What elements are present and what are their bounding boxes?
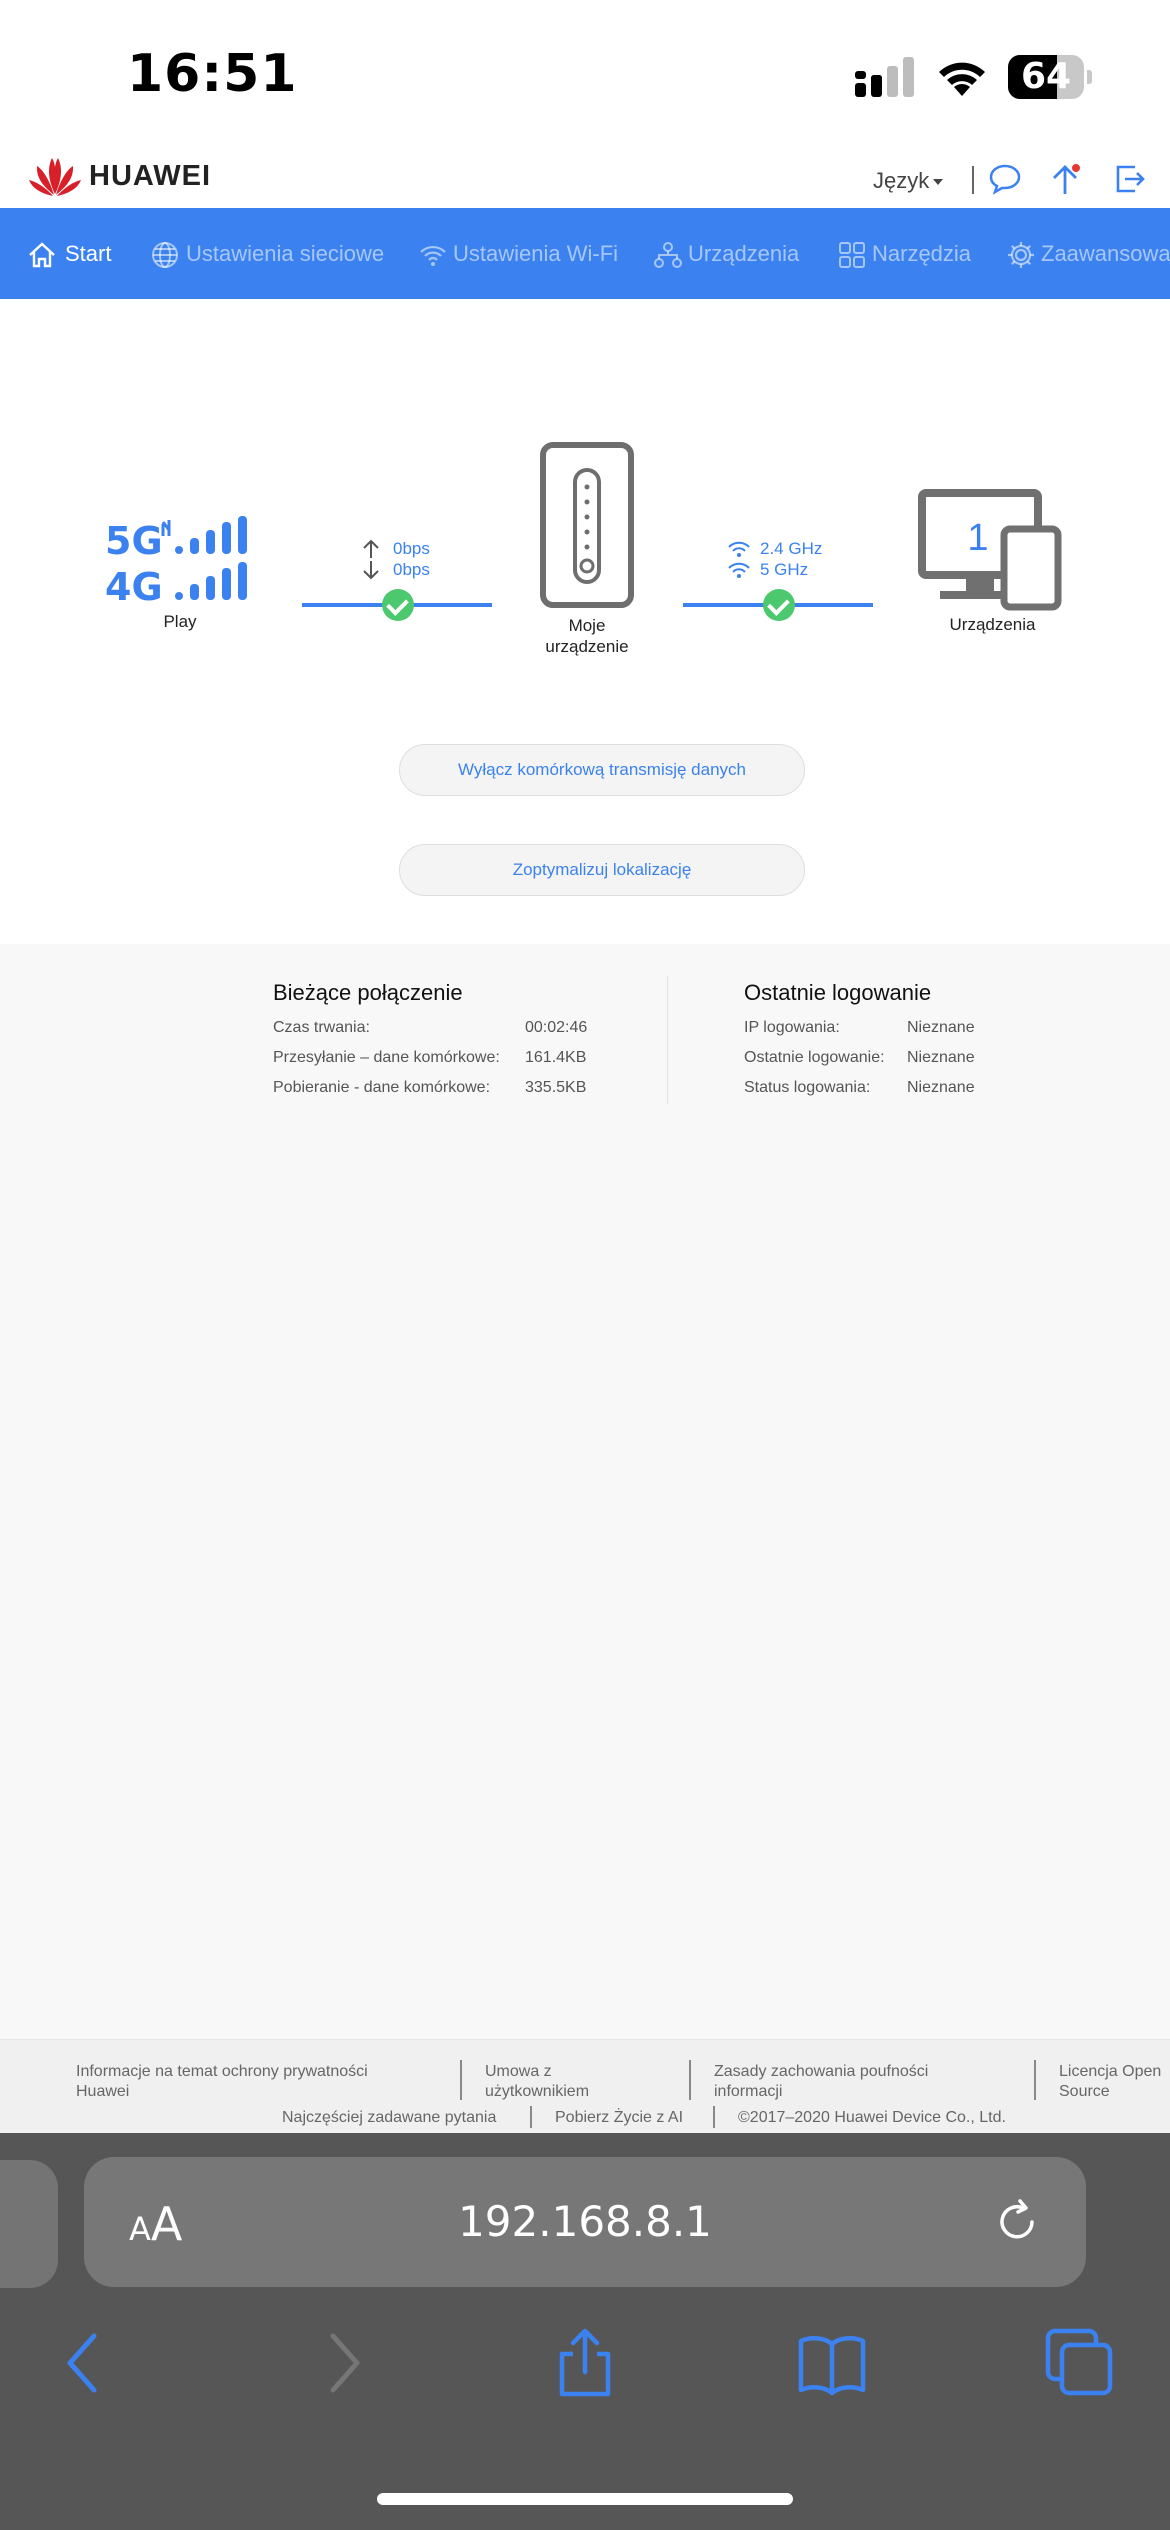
faq-link[interactable]: Najczęściej zadawane pytania bbox=[282, 2108, 496, 2128]
disable-mobile-data-button[interactable]: Wyłącz komórkową transmisję danych bbox=[399, 744, 805, 796]
privacy-link[interactable]: Informacje na temat ochrony prywatności … bbox=[76, 2062, 368, 2102]
nav-label: Start bbox=[65, 241, 112, 266]
check-icon bbox=[382, 589, 414, 621]
tabs-icon[interactable] bbox=[1045, 2328, 1115, 2398]
main-nav: Start Ustawienia sieciowe Ustawienia Wi-… bbox=[0, 208, 1170, 299]
brand-name: HUAWEI bbox=[89, 160, 211, 192]
nav-label: Ustawienia Wi-Fi bbox=[453, 241, 619, 266]
info-value: Nieznane bbox=[907, 1049, 975, 1066]
info-divider bbox=[667, 976, 668, 1104]
battery-icon: 64 bbox=[1008, 55, 1092, 99]
network-icon bbox=[654, 242, 682, 268]
share-icon[interactable] bbox=[550, 2328, 620, 2398]
wifi-icon bbox=[420, 245, 446, 266]
grid-icon bbox=[839, 242, 865, 268]
wifi-status-icon bbox=[939, 62, 985, 96]
footer-divider bbox=[530, 2106, 532, 2128]
globe-icon bbox=[152, 242, 178, 268]
operator-name: Play bbox=[163, 612, 197, 631]
confidentiality-link[interactable]: Zasady zachowania poufności informacji bbox=[714, 2062, 928, 2102]
info-value: 161.4KB bbox=[525, 1049, 587, 1066]
wifi-24-label: 2.4 GHz bbox=[760, 539, 823, 558]
status-bar: 16:51 64 bbox=[0, 0, 1170, 150]
status-time: 16:51 bbox=[127, 44, 298, 104]
svg-text:5G: 5G bbox=[105, 519, 163, 563]
nav-label: Zaawansowane bbox=[1041, 241, 1170, 266]
huawei-logo-icon bbox=[29, 158, 81, 196]
footer-divider bbox=[713, 2106, 715, 2128]
language-label: Język bbox=[873, 168, 930, 193]
wifi-5-icon bbox=[728, 562, 750, 578]
user-agreement-link[interactable]: Umowa z użytkownikiem bbox=[485, 2062, 589, 2102]
gear-icon bbox=[1008, 242, 1034, 268]
cellular-signal-icon bbox=[855, 57, 914, 97]
update-arrow-icon[interactable] bbox=[1048, 162, 1082, 196]
topology-panel: 5G 4G Play 0bps 0bps Moje urządzenie 2.4… bbox=[0, 299, 1170, 944]
copyright-text: ©2017–2020 Huawei Device Co., Ltd. bbox=[738, 2109, 1006, 2126]
info-key: IP logowania: bbox=[744, 1019, 840, 1036]
reload-icon[interactable] bbox=[992, 2197, 1042, 2247]
previous-tab-stub[interactable] bbox=[0, 2160, 58, 2288]
chat-bubble-icon[interactable] bbox=[988, 162, 1022, 196]
page-footer: Informacje na temat ochrony prywatności … bbox=[0, 2039, 1170, 2133]
back-icon[interactable] bbox=[52, 2328, 122, 2398]
forward-icon[interactable] bbox=[305, 2328, 375, 2398]
info-value: Nieznane bbox=[907, 1019, 975, 1036]
app-header: HUAWEI Język bbox=[0, 150, 1170, 208]
nav-label: Urządzenia bbox=[688, 241, 800, 266]
home-indicator[interactable] bbox=[377, 2493, 793, 2505]
open-source-license-link[interactable]: Licencja Open Source bbox=[1059, 2062, 1161, 2102]
info-value: 00:02:46 bbox=[525, 1019, 588, 1036]
info-key: Pobieranie - dane komórkowe: bbox=[273, 1079, 491, 1096]
footer-divider bbox=[460, 2060, 462, 2100]
caret-down-icon bbox=[933, 179, 944, 186]
info-value: Nieznane bbox=[907, 1079, 975, 1096]
wifi-24-icon bbox=[728, 541, 750, 557]
optimize-location-button[interactable]: Zoptymalizuj lokalizację bbox=[399, 844, 805, 896]
info-value: 335.5KB bbox=[525, 1079, 587, 1096]
info-panel: Bieżące połączenie Czas trwania: 00:02:4… bbox=[0, 944, 1170, 2039]
browser-toolbar: AA 192.168.8.1 bbox=[0, 2133, 1170, 2530]
battery-percent: 64 bbox=[1020, 56, 1072, 97]
signal-5g-4g-icon[interactable]: 5G 4G bbox=[105, 514, 255, 606]
language-dropdown[interactable]: Język bbox=[873, 168, 944, 194]
arrow-up-icon bbox=[363, 539, 379, 558]
logout-icon[interactable] bbox=[1113, 162, 1147, 196]
home-icon bbox=[29, 242, 55, 268]
nav-label: Ustawienia sieciowe bbox=[186, 241, 385, 266]
info-key: Czas trwania: bbox=[273, 1019, 370, 1036]
svg-text:4G: 4G bbox=[105, 565, 163, 606]
download-rate: 0bps bbox=[393, 560, 430, 579]
devices-label: Urządzenia bbox=[949, 615, 1036, 634]
url-text: 192.168.8.1 bbox=[458, 2197, 712, 2246]
upload-rate: 0bps bbox=[393, 539, 430, 558]
header-divider bbox=[972, 166, 974, 194]
footer-divider bbox=[1034, 2060, 1036, 2100]
nav-label: Narzędzia bbox=[872, 241, 972, 266]
info-key: Status logowania: bbox=[744, 1079, 871, 1096]
current-connection-title: Bieżące połączenie bbox=[273, 980, 463, 1005]
my-device-label: Moje urządzenie bbox=[545, 616, 629, 656]
last-login-title: Ostatnie logowanie bbox=[744, 980, 932, 1005]
address-bar[interactable]: AA 192.168.8.1 bbox=[84, 2157, 1086, 2287]
router-icon[interactable] bbox=[540, 442, 634, 608]
info-key: Przesyłanie – dane komórkowe: bbox=[273, 1049, 500, 1066]
wifi-5-label: 5 GHz bbox=[760, 560, 809, 579]
arrow-down-icon bbox=[363, 561, 379, 580]
devices-count: 1 bbox=[967, 517, 989, 559]
info-key: Ostatnie logowanie: bbox=[744, 1049, 885, 1066]
footer-divider bbox=[689, 2060, 691, 2100]
check-icon bbox=[763, 589, 795, 621]
bookmarks-icon[interactable] bbox=[797, 2328, 867, 2398]
download-app-link[interactable]: Pobierz Życie z AI bbox=[555, 2108, 683, 2128]
